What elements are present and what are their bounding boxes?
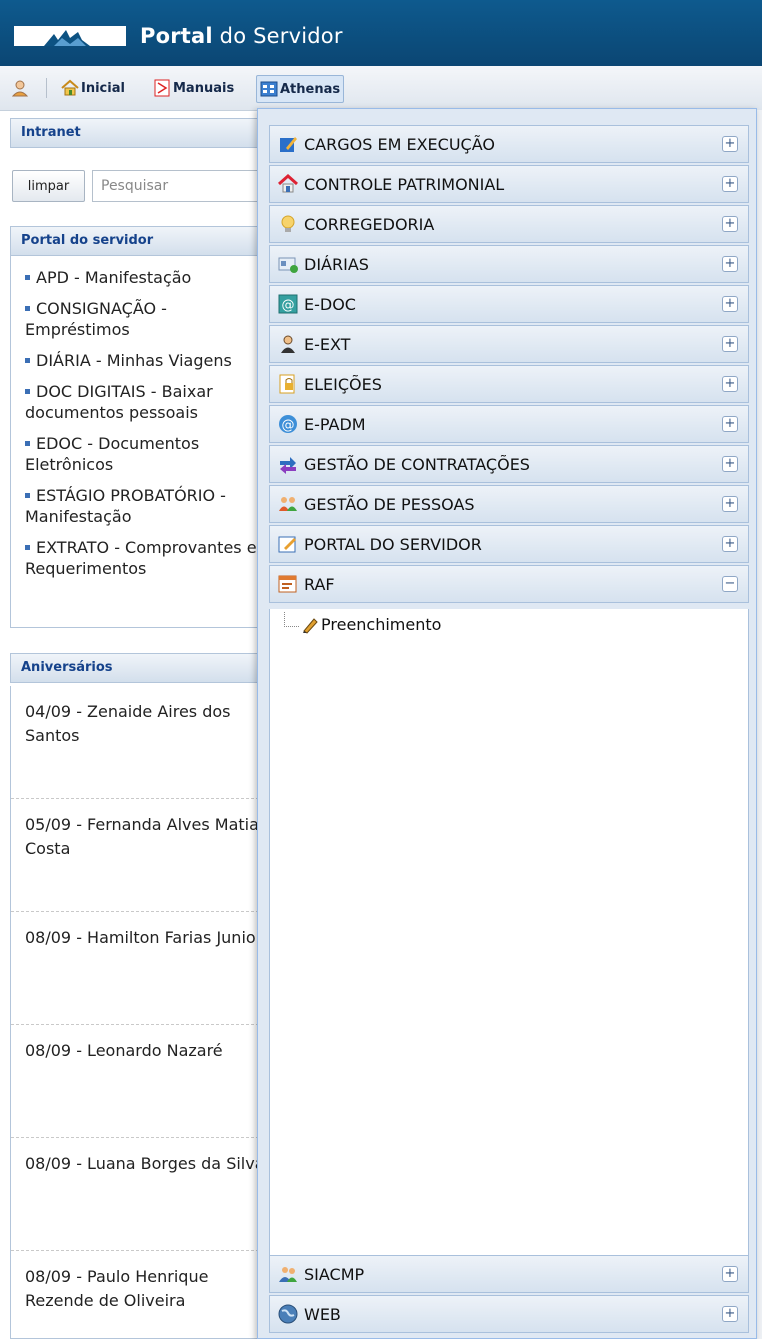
inicial-button[interactable]: Inicial: [58, 75, 128, 101]
manuais-label: Manuais: [173, 80, 235, 96]
list-item[interactable]: DIÁRIA - Minhas Viagens: [11, 350, 269, 381]
app-header: Portal do Servidor: [0, 0, 762, 66]
form-icon: [278, 575, 297, 593]
athenas-icon: [260, 81, 278, 97]
expand-toggle[interactable]: +: [722, 416, 738, 432]
bullet-icon: [25, 357, 30, 363]
globe-icon: [278, 1304, 298, 1324]
birthdays-panel-title: Aniversários: [10, 653, 270, 683]
menu-section-gestao-contratacoes[interactable]: GESTÃO DE CONTRATAÇÕES +: [269, 445, 749, 483]
menu-section-e-doc[interactable]: @ E-DOC +: [269, 285, 749, 323]
pencil-icon: [303, 617, 318, 634]
expand-toggle[interactable]: +: [722, 376, 738, 392]
portal-logo[interactable]: [14, 26, 126, 46]
user-icon: [281, 335, 295, 353]
bullet-icon: [25, 274, 30, 280]
list-item: 05/09 - Fernanda Alves Matias Costa: [11, 799, 269, 912]
menu-section-e-ext[interactable]: E-EXT +: [269, 325, 749, 363]
app-title: Portal do Servidor: [140, 24, 343, 48]
menu-section-siacmp[interactable]: SIACMP +: [269, 1255, 749, 1293]
toolbar: Inicial Manuais Athenas: [0, 66, 762, 111]
svg-text:@: @: [282, 418, 295, 433]
portal-panel-title: Portal do servidor: [10, 226, 270, 256]
list-item[interactable]: EDOC - Documentos Eletrônicos: [11, 433, 269, 485]
bullet-icon: [25, 492, 30, 498]
expand-toggle[interactable]: +: [722, 496, 738, 512]
manuais-button[interactable]: Manuais: [150, 75, 237, 101]
home-icon: [61, 79, 79, 96]
transfer-icon: [280, 457, 296, 474]
expand-toggle[interactable]: +: [722, 1266, 738, 1282]
tree-item-preenchimento[interactable]: Preenchimento: [284, 612, 442, 634]
list-item: 08/09 - Leonardo Nazaré: [11, 1025, 269, 1138]
menu-section-corregedoria[interactable]: CORREGEDORIA +: [269, 205, 749, 243]
users-icon: [279, 1267, 297, 1282]
expand-toggle[interactable]: +: [722, 136, 738, 152]
intranet-panel-title: Intranet: [10, 118, 270, 148]
user-profile-icon: [11, 80, 29, 97]
portal-links-list: APD - Manifestação CONSIGNAÇÃO - Emprést…: [10, 255, 270, 628]
expand-toggle[interactable]: +: [722, 336, 738, 352]
menu-section-raf[interactable]: RAF −: [269, 565, 749, 603]
at-icon: @: [279, 415, 297, 433]
athenas-button[interactable]: Athenas: [256, 75, 345, 103]
at-doc-icon: @: [278, 294, 298, 314]
bullet-icon: [25, 388, 30, 394]
menu-section-web[interactable]: WEB +: [269, 1295, 749, 1333]
group-icon: [279, 497, 297, 511]
house-icon: [278, 174, 298, 193]
birthdays-list: 04/09 - Zenaide Aires dos Santos 05/09 -…: [10, 686, 270, 1339]
edit-icon: [280, 137, 297, 152]
bullet-icon: [25, 305, 30, 311]
expand-toggle[interactable]: +: [722, 216, 738, 232]
list-item: 08/09 - Paulo Henrique Rezende de Olivei…: [11, 1251, 269, 1338]
expand-toggle[interactable]: +: [722, 176, 738, 192]
tree-connector: [284, 612, 299, 627]
list-item: 08/09 - Luana Borges da Silva: [11, 1138, 269, 1251]
bullet-icon: [25, 440, 30, 446]
athenas-label: Athenas: [280, 81, 341, 97]
clear-button[interactable]: limpar: [12, 170, 85, 202]
lightbulb-icon: [281, 215, 295, 232]
list-item: 04/09 - Zenaide Aires dos Santos: [11, 686, 269, 799]
list-item[interactable]: EXTRATO - Comprovantes e Requerimentos: [11, 537, 269, 589]
inicial-label: Inicial: [81, 80, 125, 96]
list-item[interactable]: DOC DIGITAIS - Baixar documentos pessoai…: [11, 381, 269, 433]
expand-toggle[interactable]: +: [722, 296, 738, 312]
menu-section-controle-patrimonial[interactable]: CONTROLE PATRIMONIAL +: [269, 165, 749, 203]
search-row: limpar: [10, 166, 282, 202]
menu-section-gestao-pessoas[interactable]: GESTÃO DE PESSOAS +: [269, 485, 749, 523]
collapse-toggle[interactable]: −: [722, 576, 738, 592]
toolbar-divider: [46, 78, 47, 98]
search-input[interactable]: [92, 170, 282, 202]
svg-text:@: @: [282, 298, 295, 313]
list-item[interactable]: APD - Manifestação: [11, 255, 269, 298]
pencil-doc-icon: [278, 536, 296, 553]
expand-toggle[interactable]: +: [722, 536, 738, 552]
card-icon: [278, 257, 298, 273]
pdf-icon: [154, 79, 170, 97]
tree-item-label: Preenchimento: [321, 615, 442, 634]
menu-section-eleicoes[interactable]: ELEIÇÕES +: [269, 365, 749, 403]
athenas-dropdown-menu: CARGOS EM EXECUÇÃO + CONTROLE PATRIMONIA…: [257, 108, 757, 1339]
menu-section-cargos[interactable]: CARGOS EM EXECUÇÃO +: [269, 125, 749, 163]
profile-button[interactable]: [8, 75, 34, 101]
expand-toggle[interactable]: +: [722, 256, 738, 272]
menu-section-e-padm[interactable]: @ E-PADM +: [269, 405, 749, 443]
expand-toggle[interactable]: +: [722, 456, 738, 472]
menu-section-portal-servidor[interactable]: PORTAL DO SERVIDOR +: [269, 525, 749, 563]
menu-section-diarias[interactable]: DIÁRIAS +: [269, 245, 749, 283]
list-item: 08/09 - Hamilton Farias Junior: [11, 912, 269, 1025]
list-item[interactable]: ESTÁGIO PROBATÓRIO - Manifestação: [11, 485, 269, 537]
expand-toggle[interactable]: +: [722, 1306, 738, 1322]
list-item[interactable]: CONSIGNAÇÃO - Empréstimos: [11, 298, 269, 350]
lock-doc-icon: [279, 374, 295, 394]
raf-section-body: Preenchimento: [269, 609, 749, 1255]
bullet-icon: [25, 544, 30, 550]
